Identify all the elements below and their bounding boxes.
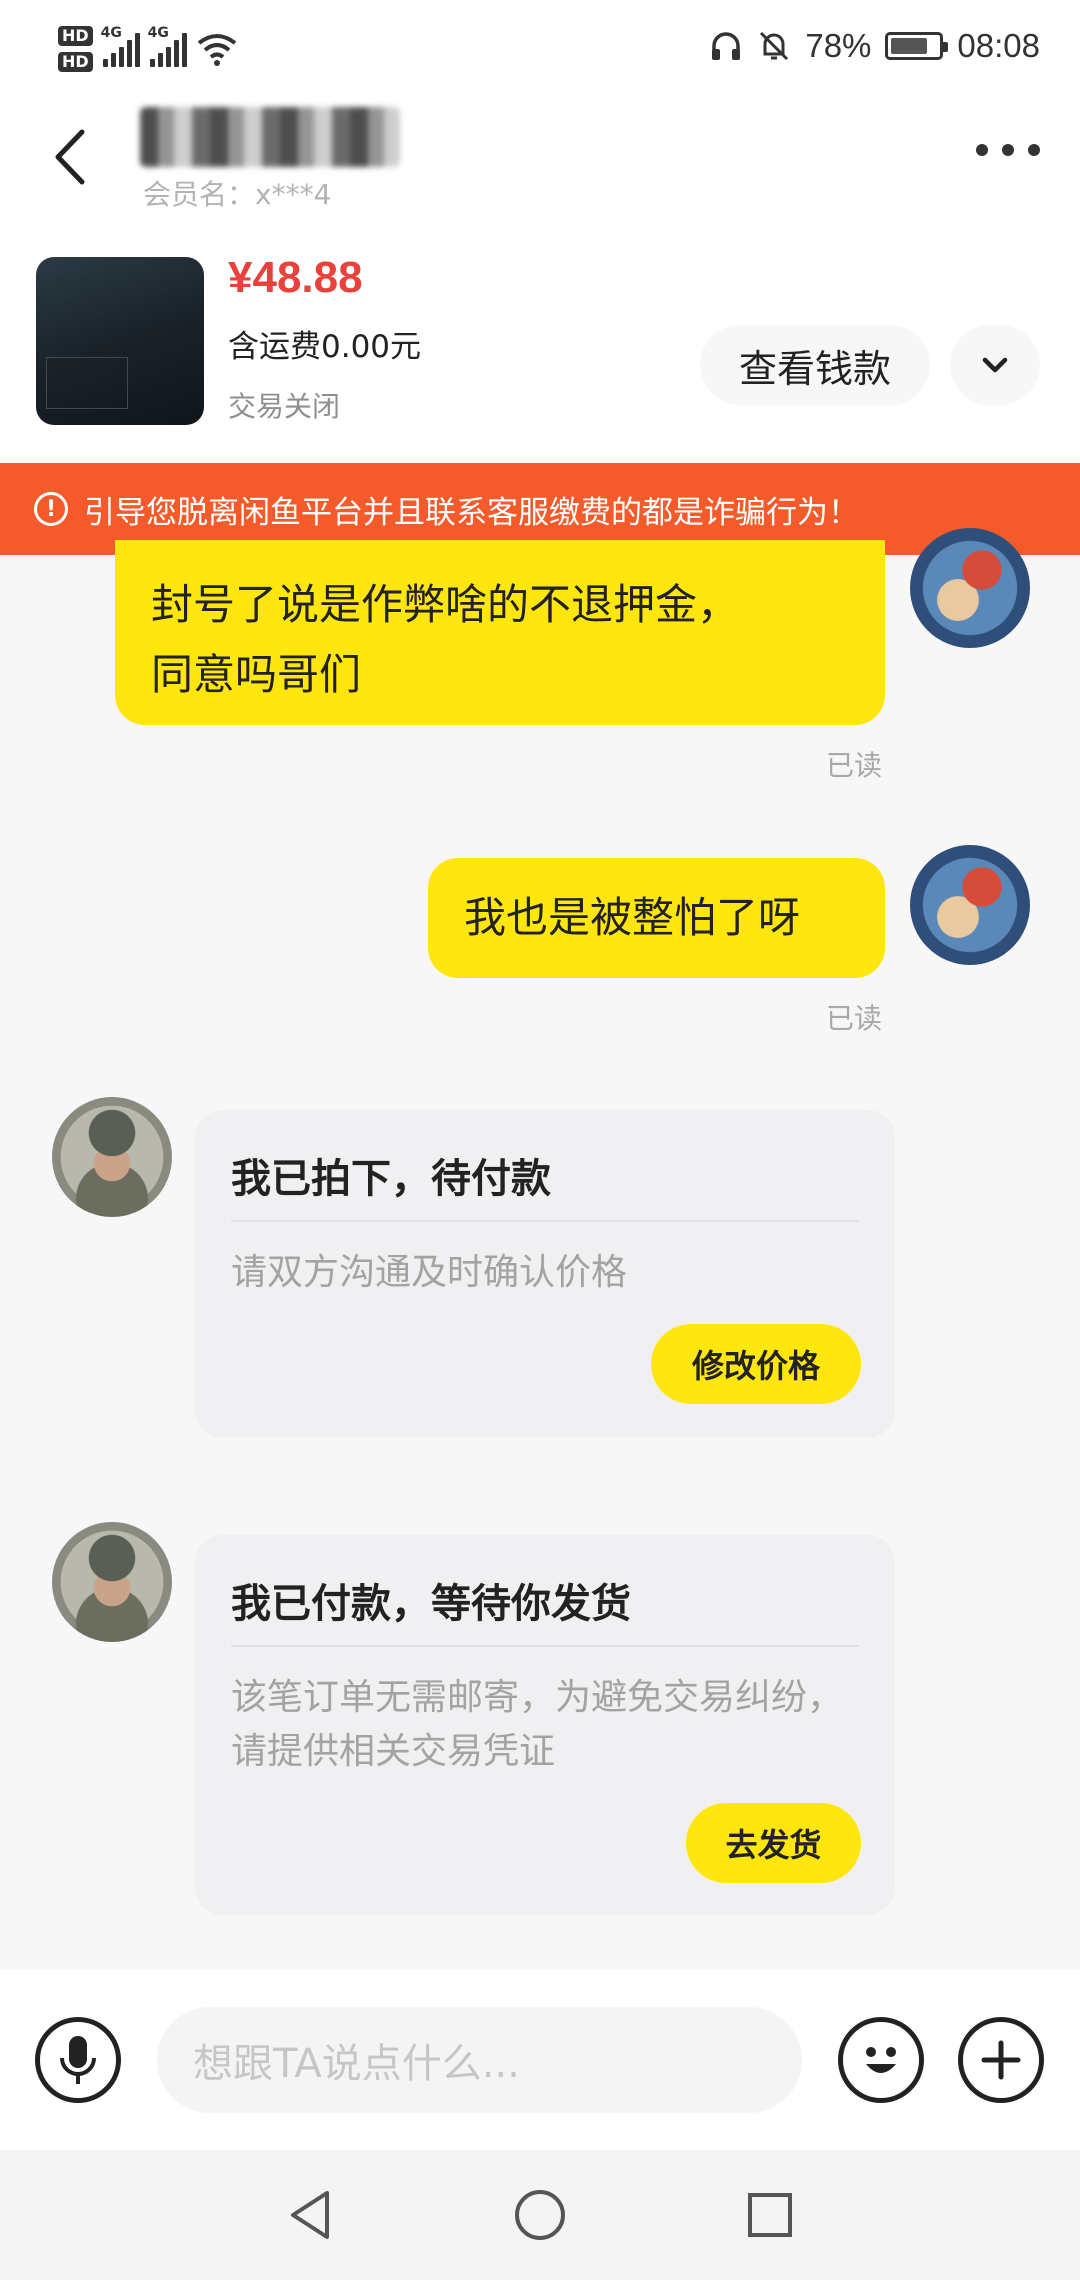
more-icon-dot bbox=[976, 144, 988, 156]
voice-button[interactable] bbox=[35, 2017, 121, 2103]
status-left: HD HD 4G 4G bbox=[58, 14, 237, 84]
plus-icon bbox=[981, 2040, 1021, 2080]
message-bubble[interactable]: 我也是被整怕了呀 bbox=[428, 858, 885, 978]
wifi-icon bbox=[197, 34, 236, 66]
back-button[interactable] bbox=[40, 117, 110, 197]
my-avatar[interactable] bbox=[910, 845, 1030, 965]
nav-back-button[interactable] bbox=[280, 2185, 340, 2245]
message-text-line: 同意吗哥们 bbox=[151, 650, 362, 699]
nav-home-icon bbox=[515, 2190, 565, 2240]
add-button[interactable] bbox=[958, 2017, 1044, 2103]
more-icon-dot bbox=[1002, 144, 1014, 156]
warning-icon: ! bbox=[34, 492, 68, 526]
more-button[interactable] bbox=[976, 135, 1040, 165]
status-bar: HD HD 4G 4G 78% 08:08 bbox=[0, 0, 1080, 95]
battery-icon bbox=[885, 32, 949, 60]
card-divider bbox=[231, 1220, 859, 1222]
card-description: 请双方沟通及时确认价格 bbox=[231, 1252, 628, 1293]
chat-header: 会员名：x***4 bbox=[0, 95, 1080, 225]
hd-badge-2: HD bbox=[58, 52, 93, 72]
more-icon-dot bbox=[1028, 144, 1040, 156]
card-title: 我已付款，等待你发货 bbox=[231, 1581, 631, 1627]
signal-icon-1: 4G bbox=[101, 25, 140, 67]
warning-text: 引导您脱离闲鱼平台并且联系客服缴费的都是诈骗行为！ bbox=[84, 494, 859, 531]
order-card-awaiting-shipment: 我已付款，等待你发货 该笔订单无需邮寄，为避免交易纠纷，请提供相关交易凭证 去发… bbox=[195, 1535, 895, 1915]
hd-badge-1: HD bbox=[58, 26, 93, 46]
card-divider bbox=[231, 1645, 859, 1647]
emoji-icon bbox=[866, 2047, 896, 2073]
headphones-icon bbox=[712, 32, 741, 60]
buyer-avatar[interactable] bbox=[52, 1522, 172, 1642]
emoji-button[interactable] bbox=[838, 2017, 924, 2103]
message-text-line: 封号了说是作弊啥的不退押金， bbox=[151, 580, 740, 629]
battery-percent: 78% bbox=[805, 27, 872, 64]
message-text: 我也是被整怕了呀 bbox=[464, 893, 801, 942]
shipping-fee: 含运费0.00元 bbox=[228, 329, 422, 365]
my-avatar[interactable] bbox=[910, 528, 1030, 648]
member-name: 会员名：x***4 bbox=[143, 178, 332, 211]
trade-status: 交易关闭 bbox=[228, 390, 341, 423]
read-status: 已读 bbox=[826, 749, 883, 782]
message-input[interactable]: 想跟TA说点什么... bbox=[157, 2007, 802, 2113]
message-bubble[interactable]: 封号了说是作弊啥的不退押金， 同意吗哥们 bbox=[115, 540, 885, 725]
view-money-button[interactable]: 查看钱款 bbox=[700, 325, 930, 405]
product-thumbnail[interactable] bbox=[36, 257, 204, 425]
nav-home-button[interactable] bbox=[510, 2185, 570, 2245]
status-right: 78% 08:08 bbox=[709, 20, 1040, 72]
system-nav-bar bbox=[0, 2150, 1080, 2280]
nav-recents-icon bbox=[748, 2193, 792, 2237]
order-card-pending-payment: 我已拍下，待付款 请双方沟通及时确认价格 修改价格 bbox=[195, 1110, 895, 1438]
read-status: 已读 bbox=[826, 1002, 883, 1035]
product-card[interactable]: ¥48.88 含运费0.00元 交易关闭 查看钱款 bbox=[0, 225, 1080, 463]
signal-icon-2: 4G bbox=[148, 25, 187, 67]
clock: 08:08 bbox=[957, 27, 1040, 64]
ship-button[interactable]: 去发货 bbox=[686, 1803, 861, 1883]
buyer-avatar[interactable] bbox=[52, 1097, 172, 1217]
battery-level bbox=[891, 38, 928, 54]
expand-button[interactable] bbox=[950, 325, 1040, 405]
contact-name-blurred bbox=[140, 107, 400, 167]
input-bar: 想跟TA说点什么... bbox=[0, 1970, 1080, 2150]
product-price: ¥48.88 bbox=[228, 253, 363, 302]
microphone-icon bbox=[60, 2036, 96, 2084]
nav-recents-button[interactable] bbox=[740, 2185, 800, 2245]
card-title: 我已拍下，待付款 bbox=[231, 1156, 551, 1202]
card-description: 该笔订单无需邮寄，为避免交易纠纷，请提供相关交易凭证 bbox=[231, 1677, 844, 1772]
nav-back-icon bbox=[291, 2191, 329, 2239]
modify-price-button[interactable]: 修改价格 bbox=[651, 1324, 861, 1404]
chevron-down-icon bbox=[982, 357, 1008, 373]
bell-off-icon bbox=[760, 31, 789, 61]
back-arrow-icon bbox=[55, 129, 85, 185]
hd-indicators: HD HD bbox=[58, 26, 93, 72]
